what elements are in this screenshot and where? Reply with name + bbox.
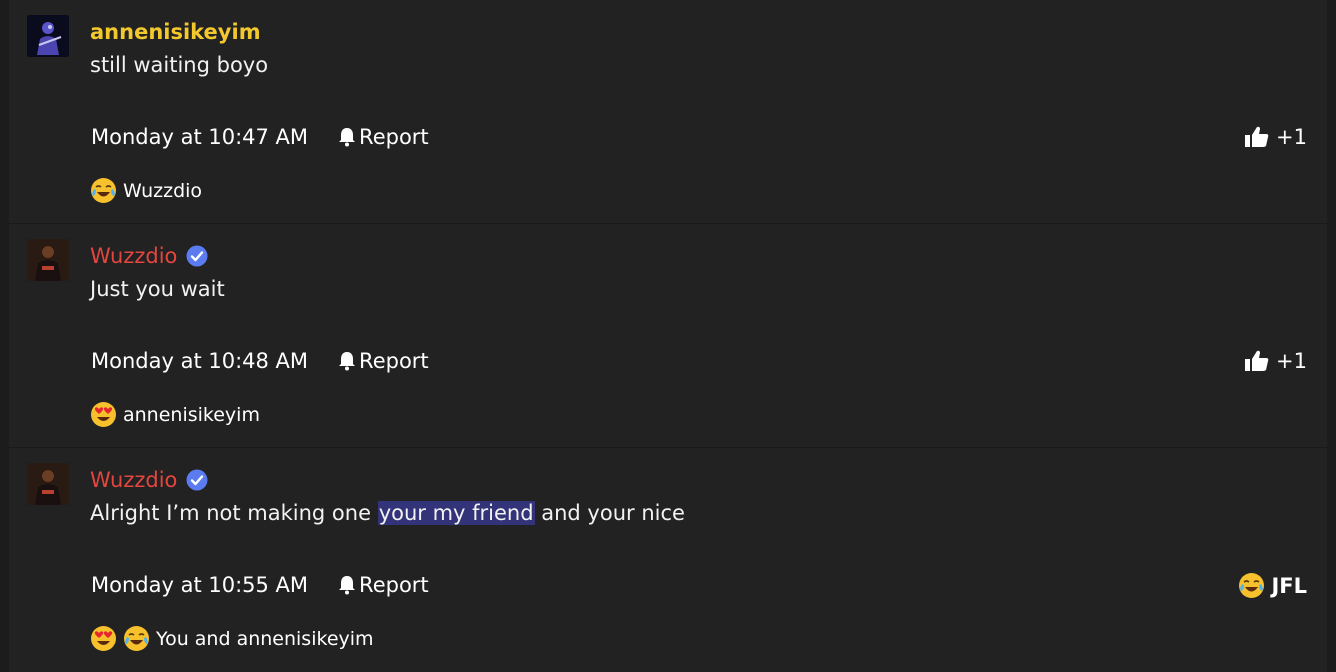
- verified-badge-icon: [186, 245, 208, 267]
- post-meta: Monday at 10:48 AM Report: [91, 348, 429, 374]
- timestamp[interactable]: Monday at 10:48 AM: [91, 348, 308, 374]
- post-meta: Monday at 10:55 AM Report: [91, 572, 429, 598]
- reactions-list[interactable]: You and annenisikeyim: [90, 625, 374, 652]
- reactions-list[interactable]: annenisikeyim: [90, 401, 260, 428]
- post: Wuzzdio Just you wait Monday at 10:48 AM…: [9, 224, 1327, 448]
- report-label: Report: [359, 125, 429, 149]
- username[interactable]: annenisikeyim: [90, 19, 261, 45]
- bell-icon: [338, 127, 356, 147]
- report-label: Report: [359, 573, 429, 597]
- reaction-count: +1: [1276, 125, 1307, 149]
- reaction-summary[interactable]: +1: [1244, 348, 1307, 374]
- message-body: Alright I’m not making one your my frien…: [90, 500, 685, 526]
- laughing-crying-emoji: [123, 625, 150, 652]
- bell-icon: [338, 575, 356, 595]
- avatar[interactable]: [27, 239, 69, 281]
- heart-eyes-emoji: [90, 625, 117, 652]
- message-thread: annenisikeyim still waiting boyo Monday …: [9, 0, 1327, 672]
- reaction-summary[interactable]: JFL: [1238, 572, 1307, 599]
- reaction-summary[interactable]: +1: [1244, 124, 1307, 150]
- avatar[interactable]: [27, 463, 69, 505]
- report-button[interactable]: Report: [338, 348, 429, 374]
- reactors-names: annenisikeyim: [123, 403, 260, 426]
- reaction-count: +1: [1276, 349, 1307, 373]
- message-text: and your nice: [534, 501, 685, 525]
- username[interactable]: Wuzzdio: [90, 243, 208, 269]
- post: Wuzzdio Alright I’m not making one your …: [9, 448, 1327, 672]
- post-meta: Monday at 10:47 AM Report: [91, 124, 429, 150]
- reaction-label: JFL: [1271, 573, 1307, 598]
- thumbs-up-icon: [1244, 125, 1270, 149]
- report-label: Report: [359, 349, 429, 373]
- bell-icon: [338, 351, 356, 371]
- thumbs-up-icon: [1244, 349, 1270, 373]
- selected-text: your my friend: [377, 501, 535, 525]
- heart-eyes-emoji: [90, 401, 117, 428]
- reactions-list[interactable]: Wuzzdio: [90, 177, 202, 204]
- username[interactable]: Wuzzdio: [90, 467, 208, 493]
- username-label[interactable]: annenisikeyim: [90, 19, 261, 45]
- message-text: Alright I’m not making one: [90, 501, 378, 525]
- report-button[interactable]: Report: [338, 124, 429, 150]
- laughing-crying-emoji: [1238, 572, 1265, 599]
- report-button[interactable]: Report: [338, 572, 429, 598]
- timestamp[interactable]: Monday at 10:47 AM: [91, 124, 308, 150]
- reactors-names: Wuzzdio: [123, 179, 203, 202]
- message-body: Just you wait: [90, 277, 225, 301]
- username-label[interactable]: Wuzzdio: [90, 467, 177, 493]
- reactors-names: You and annenisikeyim: [156, 627, 374, 650]
- message-body: still waiting boyo: [90, 53, 269, 77]
- username-label[interactable]: Wuzzdio: [90, 243, 177, 269]
- laughing-crying-emoji: [90, 177, 117, 204]
- post: annenisikeyim still waiting boyo Monday …: [9, 0, 1327, 224]
- timestamp[interactable]: Monday at 10:55 AM: [91, 572, 308, 598]
- avatar[interactable]: [27, 15, 69, 57]
- verified-badge-icon: [186, 469, 208, 491]
